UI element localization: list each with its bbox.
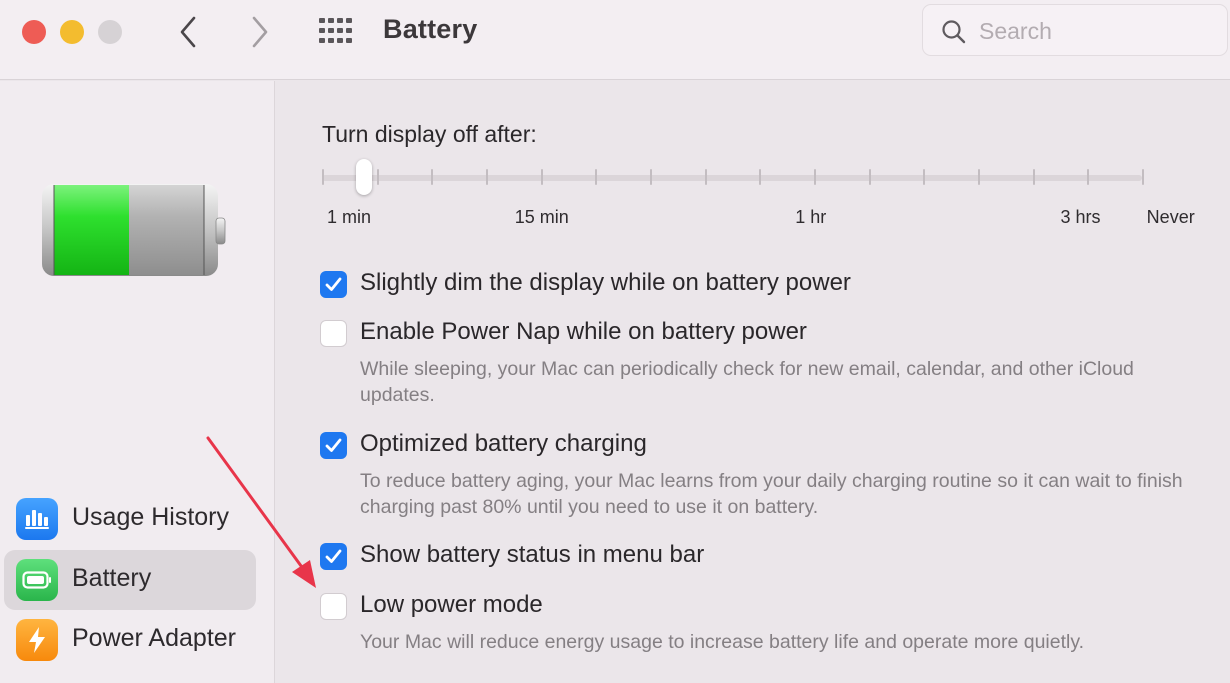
grid-icon	[319, 18, 352, 43]
slider-tick	[540, 169, 543, 185]
battery-level-illustration	[42, 184, 226, 276]
low-power-mode-checkbox[interactable]	[320, 593, 347, 620]
option-description: To reduce battery aging, your Mac learns…	[360, 470, 1183, 518]
chevron-left-icon	[180, 16, 196, 48]
slider-track	[322, 175, 1142, 181]
slider-tick-label: 15 min	[514, 207, 569, 227]
slider-thumb[interactable]	[355, 159, 372, 195]
display-off-label: Turn display off after:	[322, 121, 537, 147]
slider-tick-label: 3 hrs	[1060, 207, 1101, 227]
sidebar-item-battery[interactable]: Battery	[4, 550, 256, 610]
sidebar-item-power-adapter[interactable]: Power Adapter	[4, 610, 256, 670]
search-input[interactable]	[979, 15, 1209, 47]
lightning-bolt-icon	[16, 619, 58, 661]
search-icon	[942, 20, 966, 44]
sidebar-item-label: Power Adapter	[72, 624, 236, 652]
display-off-slider[interactable]	[322, 159, 1152, 199]
option-label: Slightly dim the display while on batter…	[360, 269, 851, 296]
checkmark-icon	[325, 549, 342, 563]
slider-tick-label: 1 min	[327, 207, 372, 227]
option-label: Enable Power Nap while on battery power	[360, 318, 807, 345]
zoom-window-button[interactable]	[98, 20, 122, 44]
slider-tick	[704, 169, 707, 185]
slider-tick	[978, 169, 980, 185]
sidebar-item-usage-history[interactable]: Usage History	[4, 489, 256, 549]
sidebar-item-label: Battery	[72, 564, 152, 592]
battery-charge-fill	[54, 185, 129, 275]
show-battery-status-checkbox[interactable]	[320, 543, 347, 570]
title-bar: Battery	[0, 0, 1230, 80]
back-button[interactable]	[174, 12, 204, 52]
bar-chart-icon	[16, 498, 58, 540]
optimized-charging-checkbox[interactable]	[320, 432, 347, 459]
slider-tick	[376, 169, 379, 185]
checkmark-icon	[325, 438, 342, 452]
slider-tick-label: Never	[1146, 207, 1195, 227]
main-panel: Turn display off after: 1 min 15 min 1 hr 3…	[276, 81, 1230, 683]
slider-tick-label: 1 hr	[795, 207, 827, 227]
slider-tick	[814, 169, 816, 185]
minimize-window-button[interactable]	[60, 20, 84, 44]
show-all-button[interactable]	[318, 17, 354, 45]
window-title: Battery	[383, 14, 478, 44]
power-nap-checkbox[interactable]	[320, 320, 347, 347]
forward-button[interactable]	[244, 12, 274, 52]
search-field[interactable]	[922, 4, 1228, 56]
close-window-button[interactable]	[22, 20, 46, 44]
slider-tick	[650, 169, 652, 185]
battery-icon	[16, 559, 58, 601]
sidebar-item-label: Usage History	[72, 503, 229, 531]
option-label: Low power mode	[360, 591, 543, 618]
sidebar: Usage History Battery Power Adapter	[0, 81, 275, 683]
option-description: While sleeping, your Mac can periodicall…	[360, 358, 1134, 406]
slider-tick	[486, 169, 488, 185]
slider-tick	[1142, 169, 1144, 185]
option-label: Show battery status in menu bar	[360, 541, 705, 568]
checkmark-icon	[325, 277, 342, 291]
dim-display-checkbox[interactable]	[320, 271, 347, 298]
slider-tick	[1032, 169, 1035, 185]
slider-tick	[322, 169, 324, 185]
slider-tick	[868, 169, 871, 185]
chevron-right-icon	[252, 16, 268, 48]
option-description: Your Mac will reduce energy usage to inc…	[360, 631, 1085, 653]
option-label: Optimized battery charging	[360, 430, 647, 457]
